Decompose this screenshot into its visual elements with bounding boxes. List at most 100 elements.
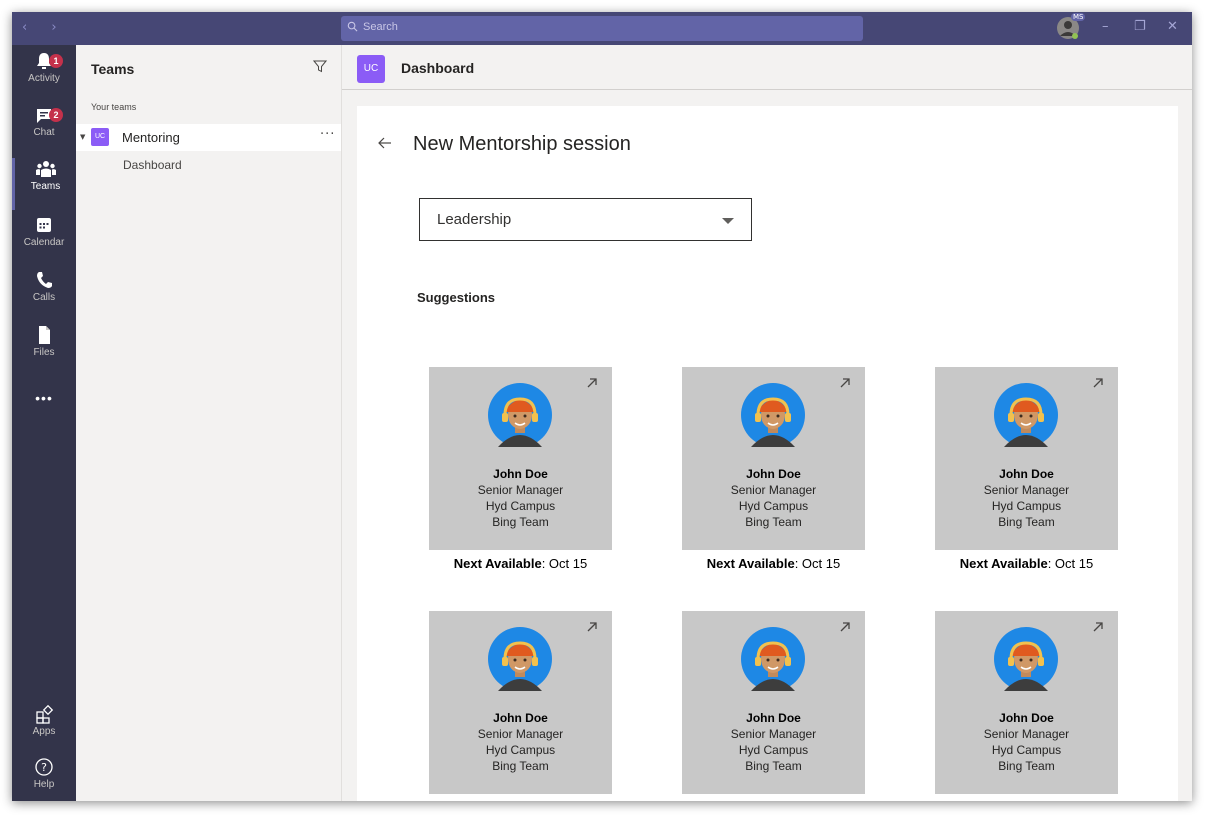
filter-icon[interactable]: [313, 59, 327, 73]
expand-icon[interactable]: [1092, 377, 1104, 389]
next-available: Next Available: Oct 15: [935, 800, 1118, 801]
rail-chat[interactable]: 2 Chat: [12, 104, 76, 156]
rail-label-activity: Activity: [28, 73, 60, 84]
mentor-campus: Hyd Campus: [991, 499, 1062, 513]
teams-pane: Teams Your teams ▼ UC Mentoring ··· Dash…: [76, 45, 342, 801]
next-available-date: : Oct 15: [542, 800, 588, 801]
next-available-label: Next Available: [707, 800, 795, 801]
mentor-avatar: [488, 627, 552, 691]
next-available: Next Available: Oct 15: [935, 556, 1118, 571]
mentor-role: Senior Manager: [477, 727, 564, 741]
rail-label-chat: Chat: [33, 127, 55, 138]
next-available: Next Available: Oct 15: [429, 556, 612, 571]
mentor-role: Senior Manager: [477, 483, 564, 497]
mentor-campus: Hyd Campus: [485, 743, 556, 757]
rail-label-calls: Calls: [32, 292, 56, 303]
mentor-team: Bing Team: [492, 515, 549, 529]
rail-label-help: Help: [33, 779, 55, 790]
close-button[interactable]: ✕: [1167, 19, 1178, 34]
expand-icon[interactable]: [839, 621, 851, 633]
caret-down-icon[interactable]: ▼: [80, 133, 85, 141]
rail-more[interactable]: •••: [12, 390, 76, 410]
activity-badge: 1: [49, 54, 63, 68]
team-item-mentoring[interactable]: ▼ UC Mentoring ···: [76, 124, 341, 151]
history-arrows[interactable]: ‹ ›: [22, 20, 67, 35]
next-available-date: : Oct 15: [1048, 800, 1094, 801]
rail-label-files: Files: [33, 347, 55, 358]
dashboard-content: New Mentorship session Leadership Sugges…: [357, 106, 1178, 801]
expand-icon[interactable]: [839, 377, 851, 389]
mentor-card[interactable]: John Doe Senior Manager Hyd Campus Bing …: [935, 367, 1118, 550]
mentor-campus: Hyd Campus: [738, 743, 809, 757]
next-available-date: : Oct 15: [794, 556, 841, 571]
more-options-icon[interactable]: ···: [320, 127, 335, 142]
search-icon: [347, 21, 358, 32]
teams-pane-title: Teams: [91, 61, 135, 77]
mentor-card[interactable]: John Doe Senior Manager Hyd Campus Bing …: [429, 611, 612, 794]
mentor-card[interactable]: John Doe Senior Manager Hyd Campus Bing …: [935, 611, 1118, 794]
more-icon: •••: [35, 390, 53, 406]
dropdown-value: Leadership: [437, 211, 512, 228]
mentor-role: Senior Manager: [730, 483, 817, 497]
apps-icon: [36, 704, 54, 724]
title-bar: ‹ › Search MS – ❐ ✕: [12, 12, 1192, 45]
expand-icon[interactable]: [586, 377, 598, 389]
next-available-label: Next Available: [706, 556, 795, 571]
svg-text:?: ?: [41, 761, 47, 774]
header-team-avatar: UC: [357, 55, 385, 83]
mentor-name: John Doe: [999, 711, 1054, 725]
calendar-icon: [37, 218, 51, 232]
help-icon: ?: [35, 758, 53, 776]
restore-button[interactable]: ❐: [1134, 19, 1146, 34]
mentor-name: John Doe: [493, 711, 548, 725]
rail-calls[interactable]: Calls: [12, 269, 76, 321]
mentor-card[interactable]: John Doe Senior Manager Hyd Campus Bing …: [682, 611, 865, 794]
suggestions-heading: Suggestions: [417, 290, 496, 305]
page-title: New Mentorship session: [413, 133, 631, 155]
next-available-date: : Oct 15: [795, 800, 841, 801]
mentor-campus: Hyd Campus: [485, 499, 556, 513]
profile-initials: MS: [1071, 13, 1086, 21]
rail-apps[interactable]: Apps: [12, 703, 76, 755]
mentor-card[interactable]: John Doe Senior Manager Hyd Campus Bing …: [682, 367, 865, 550]
mentor-team: Bing Team: [745, 759, 802, 773]
search-input[interactable]: Search: [341, 16, 863, 41]
next-available-label: Next Available: [454, 800, 542, 801]
rail-calendar[interactable]: Calendar: [12, 214, 76, 266]
mentor-name: John Doe: [746, 467, 801, 481]
back-arrow-icon[interactable]: [377, 135, 393, 151]
mentor-team: Bing Team: [492, 759, 549, 773]
expand-icon[interactable]: [1092, 621, 1104, 633]
mentor-avatar: [994, 627, 1058, 691]
rail-teams[interactable]: Teams: [12, 158, 76, 210]
teams-window: ‹ › Search MS – ❐ ✕ 1 Activity 2 Chat Te…: [12, 12, 1192, 801]
expand-icon[interactable]: [586, 621, 598, 633]
mentor-avatar: [741, 383, 805, 447]
topic-dropdown[interactable]: Leadership: [419, 198, 752, 241]
phone-icon: [37, 272, 52, 288]
teams-icon: [35, 161, 56, 177]
mentor-name: John Doe: [493, 467, 548, 481]
next-available: Next Available: Oct 15: [429, 800, 612, 801]
mentor-avatar: [488, 383, 552, 447]
file-icon: [39, 326, 50, 344]
next-available-label: Next Available: [960, 800, 1048, 801]
mentor-team: Bing Team: [998, 759, 1055, 773]
chevron-down-icon: [722, 218, 734, 224]
mentor-avatar: [994, 383, 1058, 447]
rail-files[interactable]: Files: [12, 324, 76, 376]
next-available-date: : Oct 15: [1047, 556, 1094, 571]
mentor-card[interactable]: John Doe Senior Manager Hyd Campus Bing …: [429, 367, 612, 550]
mentor-role: Senior Manager: [983, 483, 1070, 497]
channel-dashboard[interactable]: Dashboard: [123, 158, 182, 172]
app-rail: 1 Activity 2 Chat Teams Calendar Calls F…: [12, 45, 76, 801]
mentor-role: Senior Manager: [983, 727, 1070, 741]
next-available-date: : Oct 15: [541, 556, 588, 571]
next-available: Next Available: Oct 15: [682, 556, 865, 571]
rail-help[interactable]: ? Help: [12, 756, 76, 801]
your-teams-heading: Your teams: [91, 102, 137, 112]
search-placeholder: Search: [363, 21, 398, 33]
minimize-button[interactable]: –: [1102, 19, 1109, 34]
rail-activity[interactable]: 1 Activity: [12, 50, 76, 102]
team-avatar: UC: [91, 128, 109, 146]
